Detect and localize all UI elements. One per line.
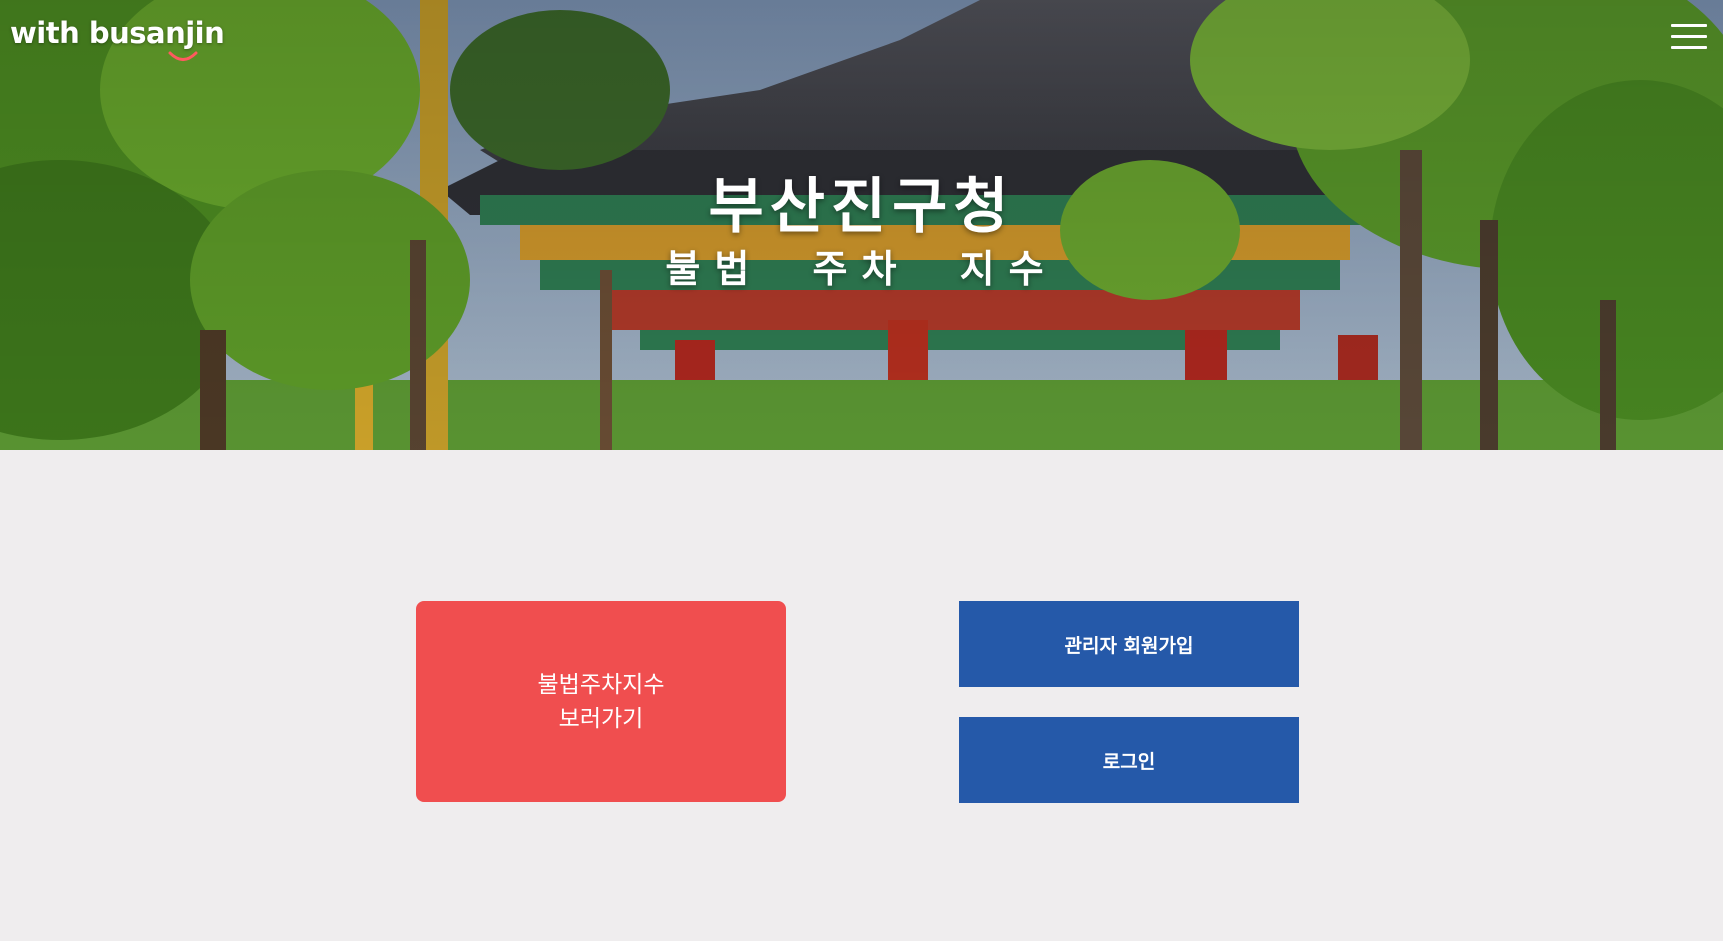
menu-line [1671,46,1707,49]
menu-line [1671,24,1707,27]
page-subtitle: 불법 주차 지수 [665,247,1058,291]
page-title: 부산진구청 [708,172,1015,242]
menu-line [1671,35,1707,38]
hamburger-menu-icon[interactable] [1671,24,1707,50]
logo-smile-icon [168,51,198,61]
admin-signup-button[interactable]: 관리자 회원가입 [959,601,1299,687]
view-index-label-line2: 보러가기 [558,705,644,732]
login-button[interactable]: 로그인 [959,717,1299,803]
view-illegal-parking-index-button[interactable]: 불법주차지수 보러가기 [416,601,786,802]
logo-text: with busanjin [10,16,225,50]
page: with busanjin 부산진구청 불법 주차 지수 불법주차지수 보러가기… [0,0,1723,941]
admin-signup-label: 관리자 회원가입 [1064,634,1194,657]
brand-logo[interactable]: with busanjin [10,16,225,66]
login-label: 로그인 [1102,750,1156,773]
hero-banner: with busanjin 부산진구청 불법 주차 지수 [0,0,1723,450]
view-index-label-line1: 불법주차지수 [537,671,665,698]
